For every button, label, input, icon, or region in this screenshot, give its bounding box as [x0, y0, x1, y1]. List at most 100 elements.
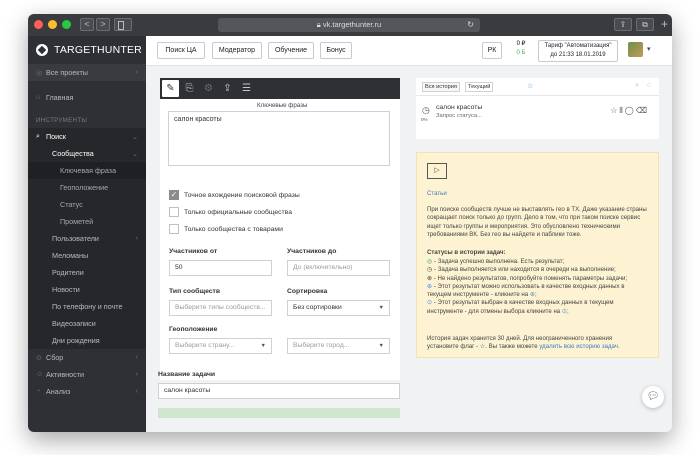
- address-bar[interactable]: 🔒︎ vk.targethunter.ru ↻: [218, 18, 480, 32]
- sidebar-item-prometheus[interactable]: Прометей: [28, 213, 146, 230]
- sidebar-toggle-button[interactable]: [114, 18, 132, 31]
- forward-button[interactable]: >: [96, 18, 110, 31]
- tariff-button[interactable]: Тариф "Автоматизация" до 21:33 18.01.201…: [538, 40, 618, 62]
- checkbox-checked-icon[interactable]: ✓: [169, 190, 179, 200]
- logo[interactable]: TARGETHUNTER: [28, 36, 146, 64]
- sidebar-item-users[interactable]: Пользователи ‹: [28, 230, 146, 247]
- sidebar-item-phone-email[interactable]: По телефону и почте: [28, 298, 146, 315]
- members-from-input[interactable]: 50: [169, 260, 272, 276]
- sidebar-item-label: Видеозаписи: [52, 319, 96, 328]
- select-value: Без сортировки: [293, 304, 342, 311]
- upload-icon[interactable]: ⇪: [219, 80, 236, 97]
- community-type-label: Тип сообществ: [169, 288, 221, 295]
- tabs-icon[interactable]: ⧉: [636, 18, 654, 31]
- sidebar-item-label: Сообщества: [52, 149, 94, 158]
- sidebar-item-news[interactable]: Новости: [28, 281, 146, 298]
- sidebar-item-birthdays[interactable]: Дни рождения: [28, 332, 146, 349]
- sidebar-item-music-fans[interactable]: Меломаны: [28, 247, 146, 264]
- sort-select[interactable]: Без сортировки ▼: [287, 300, 390, 316]
- sidebar-item-label: Новости: [52, 285, 80, 294]
- exact-match-checkbox[interactable]: ✓ Точное вхождение поисковой фразы: [169, 190, 300, 200]
- settings-icon[interactable]: ⚙: [200, 80, 217, 97]
- history-item[interactable]: ◷ 0% салон красоты Запрос статуса... ☆⫴◯…: [416, 96, 659, 139]
- comment-icon[interactable]: ◯: [625, 106, 636, 115]
- training-button[interactable]: Обучение: [268, 42, 314, 59]
- favorite-filter-icon[interactable]: ☆: [527, 82, 533, 90]
- checkbox-icon[interactable]: [169, 224, 179, 234]
- sidebar-item-label: Поиск: [46, 132, 66, 141]
- clock-icon: ◷: [422, 105, 430, 115]
- sidebar-item-communities[interactable]: Сообщества ⌄: [28, 145, 146, 162]
- analysis-icon: ◔: [36, 388, 41, 395]
- star-icon[interactable]: ☆: [610, 106, 619, 115]
- tab-current[interactable]: Текущий: [465, 82, 494, 92]
- sidebar-item-label: Статус: [60, 200, 83, 209]
- country-select[interactable]: Выберите страну... ▼: [169, 338, 272, 354]
- sidebar-item-geo[interactable]: Геоположение: [28, 179, 146, 196]
- list-icon[interactable]: ☰: [238, 80, 255, 97]
- geo-label: Геоположение: [169, 326, 218, 333]
- sidebar-item-label: Дни рождения: [52, 336, 100, 345]
- audience-search-button[interactable]: Поиск ЦА: [157, 42, 205, 59]
- history-navigation: < >: [80, 18, 110, 31]
- sidebar-item-analysis[interactable]: ◔ Анализ ‹: [28, 383, 146, 400]
- chat-icon[interactable]: 💬︎: [642, 386, 664, 408]
- sidebar-item-home[interactable]: ⌂ Главная: [28, 89, 146, 106]
- search-icon[interactable]: ⌕: [635, 82, 639, 90]
- browser-actions: ⇪ ⧉: [614, 18, 654, 31]
- ad-cabinet-button[interactable]: РК: [482, 42, 502, 59]
- balance[interactable]: 0 ₽ 0 Б: [510, 40, 532, 58]
- checkbox-label: Точное вхождение поисковой фразы: [184, 191, 300, 199]
- with-goods-checkbox[interactable]: Только сообщества с товарами: [169, 224, 283, 234]
- checkbox-icon[interactable]: [169, 207, 179, 217]
- status-text: инструменте - для отмены выбора кликните…: [427, 307, 561, 315]
- sidebar-item-activity[interactable]: ☺ Активности ‹: [28, 366, 146, 383]
- storage-note-line: История задач хранится 30 дней. Для неог…: [427, 335, 613, 342]
- chevron-left-icon: ‹: [135, 354, 138, 361]
- share-icon[interactable]: ⇪: [614, 18, 632, 31]
- projects-icon: ◎: [36, 69, 43, 77]
- delete-history-link[interactable]: удалить всю историю задач.: [539, 343, 619, 350]
- articles-link[interactable]: Статьи: [427, 190, 447, 198]
- sidebar-item-label: Прометей: [60, 217, 94, 226]
- browser-toolbar: < > 🔒︎ vk.targethunter.ru ↻ ⇪ ⧉ +: [28, 14, 672, 36]
- bonus-button[interactable]: Бонус: [320, 42, 352, 59]
- maximize-window-button[interactable]: [62, 20, 71, 29]
- city-select[interactable]: Выберите город... ▼: [287, 338, 390, 354]
- new-tab-button[interactable]: +: [661, 17, 668, 31]
- sidebar-item-status[interactable]: Статус: [28, 196, 146, 213]
- task-name-label: Название задачи: [158, 371, 216, 378]
- reload-icon[interactable]: ↻: [467, 18, 474, 32]
- official-only-checkbox[interactable]: Только официальные сообщества: [169, 207, 292, 217]
- moderator-button[interactable]: Модератор: [212, 42, 262, 59]
- select-placeholder: Выберите типы сообществ...: [175, 304, 266, 311]
- sidebar-item-label: Пользователи: [52, 234, 99, 243]
- refresh-icon[interactable]: ○: [647, 82, 651, 89]
- history-item-status: Запрос статуса...: [436, 113, 482, 119]
- edit-icon[interactable]: ✎: [162, 80, 179, 97]
- avatar[interactable]: [628, 42, 643, 57]
- sidebar-item-keyword[interactable]: Ключевая фраза: [28, 162, 146, 179]
- start-task-button[interactable]: [158, 408, 400, 418]
- sidebar-item-parents[interactable]: Родители: [28, 264, 146, 281]
- members-to-label: Участников до: [287, 248, 337, 255]
- sidebar-item-videos[interactable]: Видеозаписи: [28, 315, 146, 332]
- sidebar-item-search[interactable]: ⌕ Поиск ⌄: [28, 128, 146, 145]
- sidebar-item-all-projects[interactable]: ◎ Все проекты ‹: [28, 64, 146, 81]
- copy-icon[interactable]: ⎘: [181, 80, 198, 97]
- keywords-textarea[interactable]: салон красоты: [168, 111, 390, 166]
- trash-icon[interactable]: ⌫: [636, 106, 649, 115]
- storage-note-line: установите флаг - ☆. Вы также можете: [427, 343, 538, 351]
- close-window-button[interactable]: [34, 20, 43, 29]
- tab-all-history[interactable]: Вся история: [422, 82, 460, 92]
- members-to-input[interactable]: До (включительно): [287, 260, 390, 276]
- back-button[interactable]: <: [80, 18, 94, 31]
- sidebar-item-collect[interactable]: ⊙ Сбор ‹: [28, 349, 146, 366]
- task-name-input[interactable]: салон красоты: [158, 383, 400, 399]
- tariff-expiry: до 21:33 18.01.2019: [550, 52, 606, 58]
- select-input-icon: ⊕: [529, 291, 535, 299]
- chevron-down-icon[interactable]: ▾: [647, 45, 651, 53]
- minimize-window-button[interactable]: [48, 20, 57, 29]
- community-type-select[interactable]: Выберите типы сообществ...: [169, 300, 272, 316]
- status-legend: ◎ - Задача успешно выполнена. Есть резул…: [427, 258, 628, 315]
